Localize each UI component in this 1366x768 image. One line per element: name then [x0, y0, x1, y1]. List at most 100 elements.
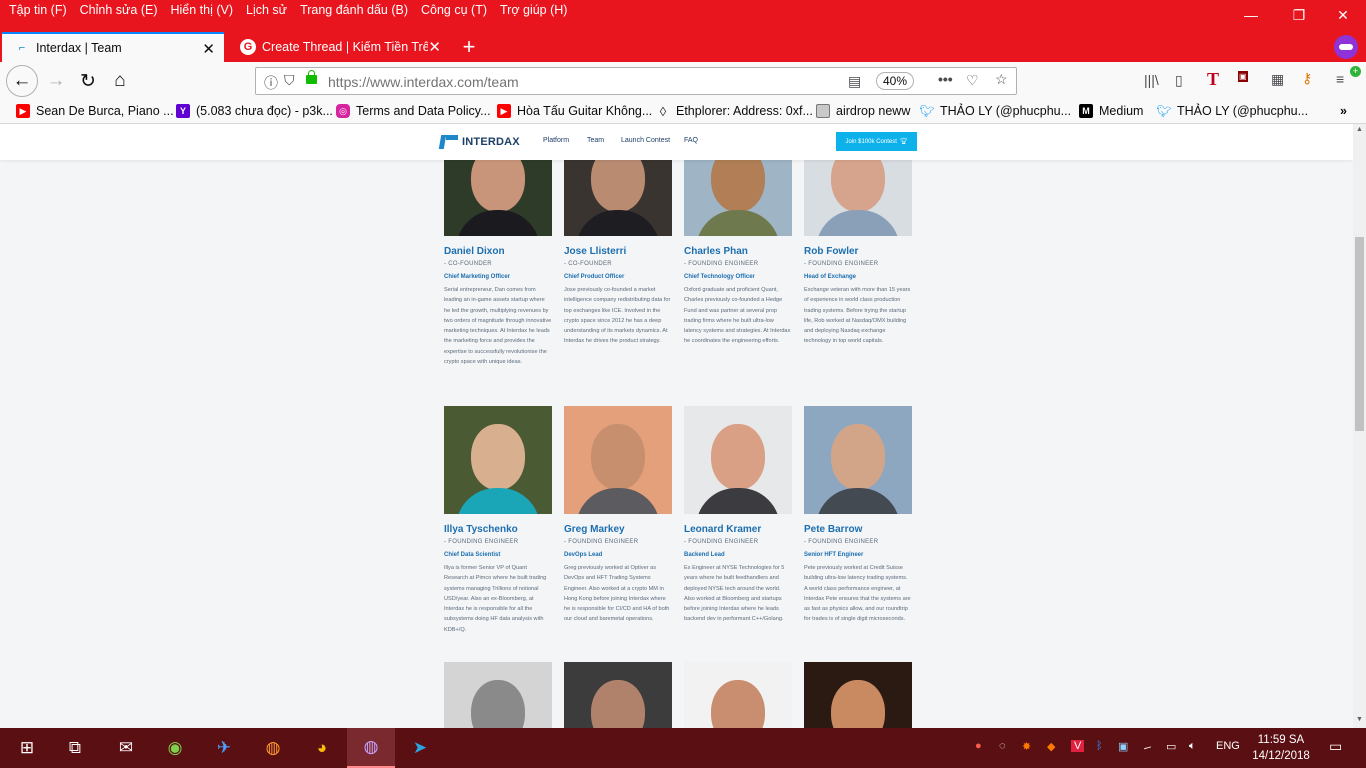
- team-member-card: Charles Phan - FOUNDING ENGINEER Chief T…: [684, 128, 792, 347]
- scroll-down-icon[interactable]: ▼: [1355, 716, 1364, 726]
- tab-create-thread[interactable]: G Create Thread | Kiếm Tiền Trên ✕: [228, 32, 450, 62]
- interdax-favicon-icon: ⌐: [18, 42, 26, 54]
- reload-button[interactable]: ↻: [73, 66, 103, 96]
- bookmark-item[interactable]: Y (5.083 chưa đọc) - p3k...: [176, 104, 333, 118]
- menu-history[interactable]: Lịch sử: [246, 3, 287, 17]
- url-text[interactable]: https://www.interdax.com/team: [328, 74, 519, 90]
- menu-file[interactable]: Tập tin (F): [9, 3, 67, 17]
- firefox-developer-icon[interactable]: ◍: [347, 728, 395, 768]
- member-bio: Pete previously worked at Credit Suisse …: [804, 565, 911, 623]
- page-actions-icon[interactable]: •••: [938, 71, 953, 87]
- language-indicator[interactable]: ENG: [1216, 740, 1240, 752]
- telegram-icon[interactable]: ➤: [396, 728, 444, 768]
- close-tab-icon[interactable]: ✕: [428, 38, 441, 56]
- library-icon[interactable]: |||\: [1144, 72, 1159, 88]
- update-badge-icon: +: [1350, 66, 1361, 77]
- firefox-icon[interactable]: ◍: [249, 728, 297, 768]
- bookmark-star-icon[interactable]: ☆: [995, 71, 1008, 88]
- nav-launch-contest[interactable]: Launch Contest: [621, 137, 670, 144]
- sidebar-icon[interactable]: ▯: [1175, 72, 1183, 89]
- bookmark-item[interactable]: 🐦︎ THẢO LY (@phucphu...: [919, 104, 1071, 118]
- youtube-icon: ▶: [497, 104, 511, 118]
- translate-extension-icon[interactable]: T: [1207, 69, 1219, 90]
- menu-tools[interactable]: Công cụ (T): [421, 3, 487, 17]
- member-role: - FOUNDING ENGINEER: [564, 539, 639, 545]
- pocket-icon[interactable]: ♡: [966, 72, 979, 89]
- tray-app2-icon[interactable]: ◆: [1047, 740, 1055, 753]
- tray-vivaldi-icon[interactable]: V: [1071, 740, 1085, 752]
- menu-edit[interactable]: Chỉnh sửa (E): [80, 3, 158, 17]
- bookmark-item[interactable]: ◎ Terms and Data Policy...: [336, 104, 491, 118]
- start-windows-icon[interactable]: ⊞: [3, 728, 51, 768]
- folder-icon: [816, 104, 830, 118]
- chrome-icon[interactable]: ◕: [298, 728, 346, 768]
- member-role: - CO-FOUNDER: [444, 261, 492, 267]
- volume-icon[interactable]: 🔈︎: [1189, 740, 1196, 753]
- scroll-up-icon[interactable]: ▲: [1355, 126, 1364, 136]
- bluetooth-icon[interactable]: ᛒ: [1096, 740, 1103, 752]
- page-scrollbar[interactable]: ▲ ▼: [1353, 124, 1366, 728]
- bookmark-item[interactable]: M Medium: [1079, 104, 1143, 118]
- menu-bookmarks[interactable]: Trang đánh dấu (B): [300, 3, 408, 17]
- team-member-card: Illya Tyschenko - FOUNDING ENGINEER Chie…: [444, 406, 552, 635]
- bookmark-item[interactable]: 🐦︎ THẢO LY (@phucphu...: [1156, 104, 1308, 118]
- tray-app-icon[interactable]: ●: [975, 740, 982, 752]
- interdax-logo[interactable]: INTERDAX: [440, 133, 520, 151]
- member-name: Pete Barrow: [804, 524, 863, 535]
- team-member-card: Rob Fowler - FOUNDING ENGINEER Head of E…: [804, 128, 912, 347]
- tray-avast-icon[interactable]: ✸: [1022, 740, 1031, 753]
- info-icon[interactable]: ⓘ: [264, 73, 278, 93]
- twitter-icon: 🐦︎: [919, 104, 935, 118]
- tab-strip: ⌐ Interdax | Team ✕ G Create Thread | Ki…: [0, 32, 1366, 62]
- notification-center-icon[interactable]: ▭: [1329, 738, 1342, 755]
- new-tab-button[interactable]: +: [458, 32, 480, 62]
- taskbar: ⊞ ⧉ ✉ ◉ ✈ ◍ ◕ ◍ ➤ ● ◌ ✸ ◆ V ᛒ ▣ ㇀ ▭ 🔈︎ E…: [0, 728, 1366, 768]
- nav-platform[interactable]: Platform: [543, 137, 569, 144]
- tab-title: Create Thread | Kiếm Tiền Trên: [262, 40, 428, 54]
- key-extension-icon[interactable]: ⚷: [1302, 70, 1312, 87]
- back-button[interactable]: ←: [6, 65, 38, 97]
- restore-button[interactable]: ❐: [1276, 0, 1322, 30]
- input-method-icon[interactable]: ㇀: [1142, 740, 1153, 756]
- team-member-card: Jose Llisterri - CO-FOUNDER Chief Produc…: [564, 128, 672, 347]
- view-source-extension-icon[interactable]: ▣: [1238, 71, 1248, 82]
- tray-folder-icon[interactable]: ▭: [1166, 740, 1176, 753]
- mail-icon[interactable]: ✉: [102, 728, 150, 768]
- close-tab-icon[interactable]: ✕: [202, 40, 215, 58]
- member-role: - FOUNDING ENGINEER: [684, 539, 759, 545]
- menu-view[interactable]: Hiển thị (V): [171, 3, 234, 17]
- scrollbar-thumb[interactable]: [1355, 237, 1364, 431]
- tray-network-icon[interactable]: ◌: [999, 740, 1006, 752]
- task-view-icon[interactable]: ⧉: [51, 728, 99, 768]
- close-window-button[interactable]: ✕: [1320, 0, 1366, 30]
- app-green-icon[interactable]: ◉: [151, 728, 199, 768]
- url-bar[interactable]: ⓘ ⛉ https://www.interdax.com/team ▤ 40% …: [255, 67, 1017, 95]
- menu-help[interactable]: Trợ giúp (H): [500, 3, 567, 17]
- clock[interactable]: 11:59 SA 14/12/2018: [1246, 732, 1316, 764]
- nav-team[interactable]: Team: [587, 137, 604, 144]
- minimize-button[interactable]: —: [1228, 0, 1274, 30]
- menu-hamburger-icon[interactable]: ≡: [1336, 71, 1344, 87]
- member-name: Rob Fowler: [804, 246, 859, 257]
- forward-button[interactable]: →: [41, 66, 71, 96]
- member-title: Backend Lead: [684, 552, 725, 558]
- more-bookmarks-chevron-icon[interactable]: »: [1340, 104, 1347, 118]
- bookmark-folder[interactable]: airdrop neww: [816, 104, 910, 118]
- extension-icon[interactable]: ▦: [1271, 71, 1284, 88]
- nav-faq[interactable]: FAQ: [684, 137, 698, 144]
- join-contest-button[interactable]: Join $100k Contest 🏆︎: [836, 132, 917, 151]
- home-button[interactable]: ⌂: [105, 66, 135, 96]
- member-title: Senior HFT Engineer: [804, 552, 864, 558]
- reader-view-icon[interactable]: ▤: [848, 73, 861, 90]
- tab-interdax-team[interactable]: ⌐ Interdax | Team ✕: [2, 32, 224, 62]
- member-title: Chief Marketing Officer: [444, 274, 511, 280]
- tray-app3-icon[interactable]: ▣: [1118, 740, 1128, 753]
- bookmark-item[interactable]: ▶ Sean De Burca, Piano ...: [16, 104, 174, 118]
- bookmark-item[interactable]: ▶ Hòa Tấu Guitar Không...: [497, 104, 652, 118]
- zoom-level[interactable]: 40%: [876, 72, 914, 90]
- twitter-icon: 🐦︎: [1156, 104, 1172, 118]
- tracking-shield-icon[interactable]: ⛉: [284, 72, 295, 89]
- bookmark-item[interactable]: ◊ Ethplorer: Address: 0xf...: [656, 104, 813, 119]
- app-pen-icon[interactable]: ✈: [200, 728, 248, 768]
- medium-icon: M: [1079, 104, 1093, 118]
